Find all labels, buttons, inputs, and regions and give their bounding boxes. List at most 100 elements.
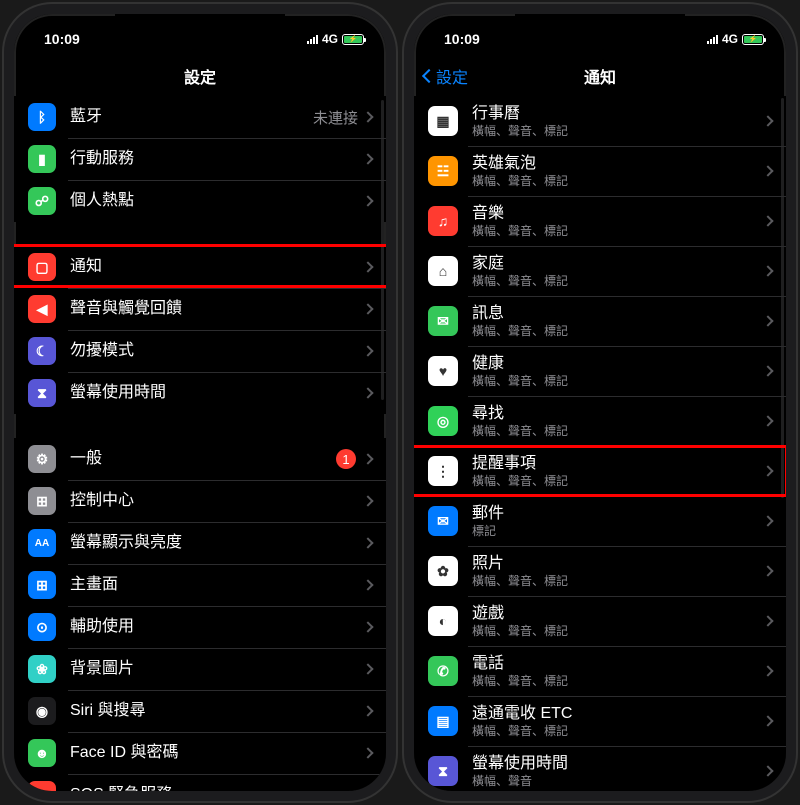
- reminders-app-icon: ⋮: [428, 456, 458, 486]
- sounds-icon: ◀: [28, 295, 56, 323]
- settings-list[interactable]: ᛒ藍牙未連接▮行動服務☍個人熱點 ▢ 通知 ◀ 聲音與觸覺回饋 ☾勿擾模式 ⧗ 螢幕使用時間 ⚙…: [14, 96, 386, 791]
- app-row-遊戲[interactable]: ◐遊戲橫幅、聲音、標記: [414, 596, 786, 646]
- settings-row-個人熱點[interactable]: ☍個人熱點: [14, 180, 386, 222]
- row-text: 行事曆橫幅、聲音、標記: [472, 104, 764, 139]
- app-row-提醒事項[interactable]: ⋮提醒事項橫幅、聲音、標記: [414, 446, 786, 496]
- settings-row-Face ID 與密碼[interactable]: ☻Face ID 與密碼: [14, 732, 386, 774]
- app-row-音樂[interactable]: ♫音樂橫幅、聲音、標記: [414, 196, 786, 246]
- settings-row-背景圖片[interactable]: ❀ 背景圖片: [14, 648, 386, 690]
- status-right: 4G ⚡: [307, 32, 364, 46]
- settings-row-行動服務[interactable]: ▮行動服務: [14, 138, 386, 180]
- row-label: 螢幕使用時間: [70, 383, 364, 402]
- network-label: 4G: [322, 32, 338, 46]
- row-text: 照片橫幅、聲音、標記: [472, 554, 764, 589]
- settings-row-輔助使用[interactable]: ⊙輔助使用: [14, 606, 386, 648]
- row-subtitle: 橫幅、聲音、標記: [472, 624, 764, 638]
- notch: [115, 14, 285, 40]
- row-label: 一般: [70, 449, 336, 468]
- settings-row-聲音與觸覺回饋[interactable]: ◀ 聲音與觸覺回饋: [14, 288, 386, 330]
- notifications-icon: ▢: [28, 253, 56, 281]
- chevron-left-icon: [422, 69, 436, 83]
- mail-app-icon: ✉: [428, 506, 458, 536]
- row-text: 訊息橫幅、聲音、標記: [472, 304, 764, 339]
- chevron-right-icon: [762, 415, 773, 426]
- chevron-right-icon: [362, 153, 373, 164]
- chevron-right-icon: [762, 315, 773, 326]
- row-label: 提醒事項: [472, 454, 764, 473]
- row-label: 尋找: [472, 404, 764, 423]
- accessibility-icon: ⊙: [28, 613, 56, 641]
- app-row-健康[interactable]: ♥ 健康橫幅、聲音、標記: [414, 346, 786, 396]
- messages-app-icon: ✉: [428, 306, 458, 336]
- row-label: 照片: [472, 554, 764, 573]
- app-row-行事曆[interactable]: ▦行事曆橫幅、聲音、標記: [414, 96, 786, 146]
- wallpaper-icon: ❀: [28, 655, 56, 683]
- row-label: Face ID 與密碼: [70, 743, 364, 762]
- photos-app-icon: ✿: [428, 556, 458, 586]
- chevron-right-icon: [362, 453, 373, 464]
- nav-bar: 設定 通知: [414, 56, 786, 96]
- chevron-right-icon: [762, 465, 773, 476]
- notifications-app-list[interactable]: ▦行事曆橫幅、聲音、標記☳英雄氣泡橫幅、聲音、標記♫音樂橫幅、聲音、標記 ⌂ 家庭橫…: [414, 96, 786, 791]
- row-label: 家庭: [472, 254, 764, 273]
- row-label: 螢幕顯示與亮度: [70, 533, 364, 552]
- back-label: 設定: [436, 64, 468, 88]
- row-label: 電話: [472, 654, 764, 673]
- app-row-尋找[interactable]: ◎尋找橫幅、聲音、標記: [414, 396, 786, 446]
- chevron-right-icon: [762, 565, 773, 576]
- row-label: Siri 與搜尋: [70, 701, 364, 720]
- chevron-right-icon: [762, 165, 773, 176]
- app-row-照片[interactable]: ✿ 照片橫幅、聲音、標記: [414, 546, 786, 596]
- row-label: 通知: [70, 257, 364, 276]
- app-row-英雄氣泡[interactable]: ☳英雄氣泡橫幅、聲音、標記: [414, 146, 786, 196]
- health-app-icon: ♥: [428, 356, 458, 386]
- chevron-right-icon: [762, 715, 773, 726]
- chevron-right-icon: [362, 195, 373, 206]
- page-title: 通知: [584, 64, 616, 88]
- settings-row-通知[interactable]: ▢ 通知: [14, 246, 386, 288]
- settings-row-藍牙[interactable]: ᛒ藍牙未連接: [14, 96, 386, 138]
- page-title: 設定: [184, 64, 216, 88]
- phone-left: 10:09 4G ⚡ 設定 ᛒ藍牙未連接▮行動服務☍個人熱點▢通知◀聲音與觸覺回…: [4, 4, 396, 801]
- chevron-right-icon: [362, 261, 373, 272]
- app-row-家庭[interactable]: ⌂家庭橫幅、聲音、標記: [414, 246, 786, 296]
- row-label: 聲音與觸覺回饋: [70, 299, 364, 318]
- home-app-icon: ⌂: [428, 256, 458, 286]
- settings-group: ⚙一般1⊞控制中心AA螢幕顯示與亮度⊞主畫面⊙輔助使用 ❀ 背景圖片 ◉Siri 與搜…: [14, 438, 386, 791]
- row-label: 郵件: [472, 504, 764, 523]
- app-row-訊息[interactable]: ✉ 訊息橫幅、聲音、標記: [414, 296, 786, 346]
- phone-app-icon: ✆: [428, 656, 458, 686]
- back-button[interactable]: 設定: [424, 64, 468, 88]
- app-row-遠通電收 ETC[interactable]: ▤遠通電收 ETC橫幅、聲音、標記: [414, 696, 786, 746]
- settings-row-SOS 緊急服務[interactable]: SOSSOS 緊急服務: [14, 774, 386, 791]
- row-label: 健康: [472, 354, 764, 373]
- cellular-icon: ▮: [28, 145, 56, 173]
- row-text: 遊戲橫幅、聲音、標記: [472, 604, 764, 639]
- settings-row-主畫面[interactable]: ⊞主畫面: [14, 564, 386, 606]
- row-subtitle: 橫幅、聲音、標記: [472, 374, 764, 388]
- chevron-right-icon: [362, 579, 373, 590]
- app-row-電話[interactable]: ✆電話橫幅、聲音、標記: [414, 646, 786, 696]
- row-subtitle: 橫幅、聲音、標記: [472, 424, 764, 438]
- chevron-right-icon: [762, 115, 773, 126]
- settings-row-勿擾模式[interactable]: ☾勿擾模式: [14, 330, 386, 372]
- screentime-icon: ⧗: [28, 379, 56, 407]
- row-text: 尋找橫幅、聲音、標記: [472, 404, 764, 439]
- chevron-right-icon: [362, 747, 373, 758]
- settings-row-螢幕使用時間[interactable]: ⧗ 螢幕使用時間: [14, 372, 386, 414]
- row-label: 背景圖片: [70, 659, 364, 678]
- app-row-郵件[interactable]: ✉ 郵件標記: [414, 496, 786, 546]
- settings-row-控制中心[interactable]: ⊞控制中心: [14, 480, 386, 522]
- etc-app-icon: ▤: [428, 706, 458, 736]
- chevron-right-icon: [362, 495, 373, 506]
- app-row-螢幕使用時間[interactable]: ⧗螢幕使用時間橫幅、聲音: [414, 746, 786, 791]
- row-subtitle: 橫幅、聲音、標記: [472, 574, 764, 588]
- status-time: 10:09: [444, 31, 480, 47]
- chevron-right-icon: [762, 515, 773, 526]
- row-text: 郵件標記: [472, 504, 764, 539]
- settings-row-一般[interactable]: ⚙一般1: [14, 438, 386, 480]
- settings-row-Siri 與搜尋[interactable]: ◉Siri 與搜尋: [14, 690, 386, 732]
- settings-row-螢幕顯示與亮度[interactable]: AA螢幕顯示與亮度: [14, 522, 386, 564]
- row-text: 音樂橫幅、聲音、標記: [472, 204, 764, 239]
- nav-bar: 設定: [14, 56, 386, 96]
